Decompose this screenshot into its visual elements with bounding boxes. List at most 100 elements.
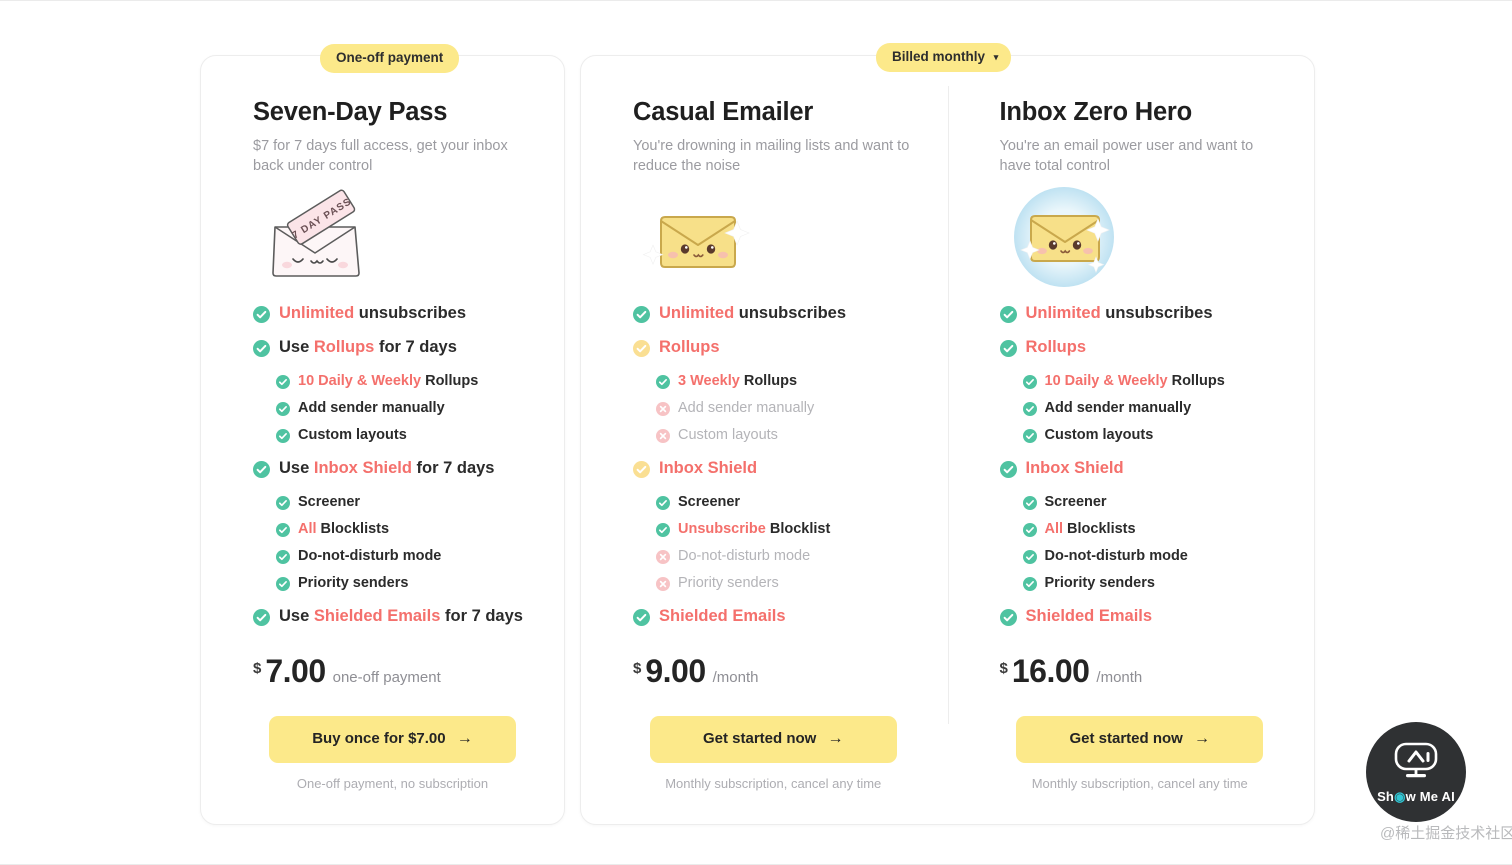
buy-once-button[interactable]: Buy once for $7.00 →: [269, 715, 516, 763]
feature-row: Custom layouts: [276, 427, 532, 444]
pricing-card-subscriptions: Casual Emailer You're drowning in mailin…: [580, 55, 1315, 825]
feature-label-highlight: Unsubscribe: [678, 520, 766, 537]
check-green-icon: [999, 340, 1017, 358]
feature-row: 10 Daily & Weekly Rollups: [276, 373, 532, 390]
feature-label-text: Blocklist: [765, 520, 831, 537]
feature-row: All Blocklists: [276, 521, 532, 538]
currency-symbol: $: [253, 659, 262, 677]
plan-fineprint: Monthly subscription, cancel any time: [1031, 775, 1248, 791]
feature-row: Do-not-disturb mode: [276, 548, 532, 565]
one-off-payment-badge: One-off payment: [320, 44, 460, 73]
feature-label: Priority senders: [298, 575, 408, 592]
check-green-icon: [253, 461, 270, 479]
cross-pink-icon: [656, 549, 670, 564]
plan-subtitle: You're an email power user and want to h…: [999, 138, 1254, 174]
check-amber-icon: [633, 340, 650, 358]
check-green-icon: [276, 522, 290, 537]
envelope-sparkle-icon: [633, 187, 914, 287]
pricing-card-seven-day-pass: Seven-Day Pass $7 for 7 days full access…: [200, 55, 565, 825]
feature-row: Unlimited unsubscribes: [253, 304, 532, 323]
feature-row: Screener: [276, 494, 532, 511]
cross-pink-icon: [656, 429, 670, 444]
feature-row: Add sender manually: [656, 400, 914, 417]
check-green-icon: [999, 461, 1017, 479]
show-me-ai-label: Sh◉w Me AI: [1377, 789, 1455, 805]
get-started-button-label: Get started now: [702, 729, 817, 747]
check-green-icon: [276, 549, 290, 564]
feature-label-text: unsubscribes: [354, 304, 467, 322]
feature-row: Add sender manually: [276, 400, 532, 417]
check-green-icon: [633, 306, 650, 323]
price-amount: 16.00: [1011, 652, 1090, 689]
feature-row: Shielded Emails: [999, 607, 1281, 627]
feature-label: Unlimited unsubscribes: [659, 304, 846, 323]
chinese-watermark: @稀土掘金技术社区: [1380, 825, 1512, 842]
feature-label-text: Add sender manually: [678, 400, 815, 417]
feature-label-text: Rollups: [739, 372, 798, 389]
feature-label-text: Do-not-disturb mode: [678, 547, 811, 564]
check-green-icon: [1022, 374, 1037, 389]
get-started-button-label: Get started now: [1069, 729, 1183, 747]
feature-row: Screener: [656, 494, 914, 511]
feature-label-text: Screener: [1044, 493, 1107, 510]
feature-label-text: Use: [279, 338, 314, 357]
feature-label: 10 Daily & Weekly Rollups: [298, 373, 478, 390]
feature-list-2: Unlimited unsubscribes Rollups 10 Daily & …: [999, 304, 1281, 627]
feature-label-highlight: 10 Daily & Weekly: [1044, 372, 1168, 389]
feature-label: Shielded Emails: [1026, 607, 1153, 626]
feature-label: Use Rollups for 7 days: [279, 338, 457, 357]
chevron-down-icon: ▾: [993, 52, 999, 62]
feature-label: Do-not-disturb mode: [678, 548, 810, 565]
feature-label-text: Use: [279, 459, 314, 478]
envelope-seven-day-pass-icon: 7 DAY PASS: [253, 187, 532, 287]
feature-label: Use Inbox Shield for 7 days: [279, 459, 495, 478]
feature-list-1: Unlimited unsubscribes Rollups 3 Weekly Ro…: [633, 304, 914, 627]
feature-label-text: Add sender manually: [298, 400, 445, 417]
feature-label: Unlimited unsubscribes: [279, 304, 466, 323]
feature-label: Screener: [678, 494, 740, 511]
feature-label-text: Custom layouts: [678, 427, 778, 444]
pricing-page: One-off payment Billed monthly ▾ Seven-D…: [0, 0, 1512, 865]
check-green-icon: [999, 609, 1017, 627]
get-started-button[interactable]: Get started now →: [1016, 715, 1264, 763]
feature-label-text: Custom layouts: [298, 427, 407, 444]
check-green-icon: [999, 306, 1017, 323]
feature-label: Screener: [1045, 494, 1107, 511]
logo-text-after: w Me AI: [1405, 788, 1455, 804]
price-row: $ 7.00 one-off payment: [253, 653, 532, 690]
check-amber-icon: [633, 461, 650, 479]
get-started-button[interactable]: Get started now →: [649, 715, 897, 763]
plan-subtitle: $7 for 7 days full access, get your inbo…: [253, 138, 508, 174]
check-green-icon: [633, 609, 650, 627]
feature-label-highlight: Shielded Emails: [313, 607, 441, 626]
feature-row: Use Shielded Emails for 7 days: [253, 607, 532, 627]
feature-label-highlight: Unlimited: [1025, 304, 1101, 322]
feature-label-highlight: Inbox Shield: [313, 459, 412, 478]
check-green-icon: [1022, 495, 1037, 510]
plan-column-1: Casual Emailer You're drowning in mailin…: [581, 56, 948, 824]
feature-row: Use Rollups for 7 days: [253, 338, 532, 358]
envelope-shielded-glow-icon: [1000, 187, 1281, 287]
feature-label-text: Priority senders: [678, 575, 779, 592]
plan-fineprint: Monthly subscription, cancel any time: [665, 775, 882, 791]
logo-text-before: Sh: [1377, 788, 1395, 804]
feature-label: Do-not-disturb mode: [1045, 548, 1188, 565]
feature-row: Rollups: [633, 338, 914, 358]
feature-label-text: Priority senders: [1044, 575, 1155, 592]
check-green-icon: [253, 609, 270, 627]
feature-label-highlight: Inbox Shield: [659, 459, 758, 478]
pricing-cards-row: Seven-Day Pass $7 for 7 days full access…: [200, 55, 1315, 825]
feature-row: Do-not-disturb mode: [656, 548, 914, 565]
feature-label: Rollups: [1026, 338, 1087, 357]
robot-monitor-icon: [1391, 740, 1441, 787]
feature-label: Custom layouts: [1045, 427, 1154, 444]
feature-label-text: for 7 days: [374, 338, 457, 357]
feature-label-highlight: All: [1044, 520, 1064, 537]
feature-label-text: Do-not-disturb mode: [298, 547, 442, 564]
top-divider: [0, 0, 1512, 1]
feature-label: Unlimited unsubscribes: [1026, 304, 1213, 323]
billed-monthly-dropdown[interactable]: Billed monthly ▾: [876, 43, 1012, 72]
feature-label: Screener: [298, 494, 360, 511]
show-me-ai-logo-badge: Sh◉w Me AI: [1366, 722, 1466, 822]
feature-row: Rollups: [999, 338, 1281, 358]
